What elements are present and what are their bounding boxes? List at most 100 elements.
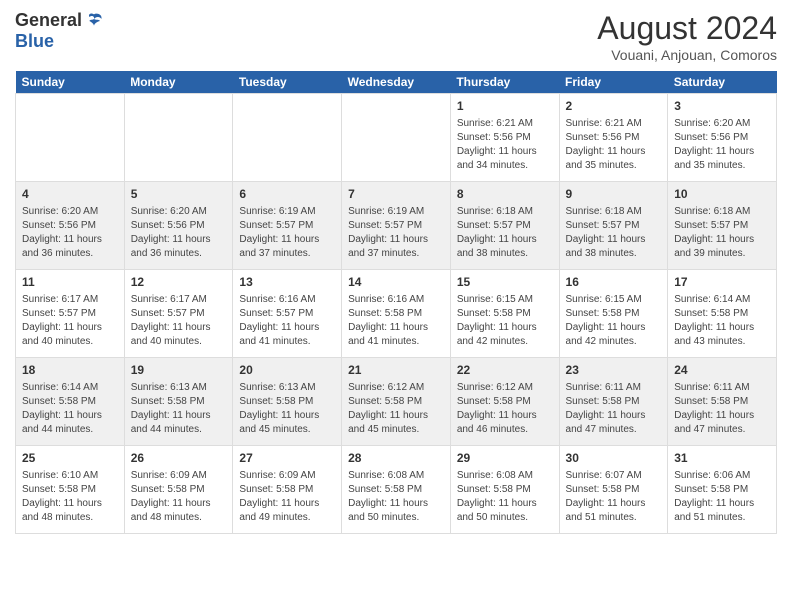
table-row: 17 Sunrise: 6:14 AM Sunset: 5:58 PM Dayli… [668, 270, 777, 358]
table-row: 12 Sunrise: 6:17 AM Sunset: 5:57 PM Dayli… [124, 270, 233, 358]
header-tuesday: Tuesday [233, 71, 342, 94]
day-number: 16 [566, 274, 662, 291]
table-row: 24 Sunrise: 6:11 AM Sunset: 5:58 PM Dayli… [668, 358, 777, 446]
header: General Blue August 2024 Vouani, Anjouan… [15, 10, 777, 63]
day-number: 14 [348, 274, 444, 291]
table-row: 15 Sunrise: 6:15 AM Sunset: 5:58 PM Dayli… [450, 270, 559, 358]
header-wednesday: Wednesday [342, 71, 451, 94]
day-number: 9 [566, 186, 662, 203]
day-number: 29 [457, 450, 553, 467]
table-row: 28Sunrise: 6:08 AM Sunset: 5:58 PM Dayli… [342, 446, 451, 534]
day-number: 18 [22, 362, 118, 379]
table-row [16, 94, 125, 182]
table-row: 29 Sunrise: 6:08 AM Sunset: 5:58 PM Dayli… [450, 446, 559, 534]
table-row: 2 Sunrise: 6:21 AM Sunset: 5:56 PM Daylig… [559, 94, 668, 182]
day-number: 4 [22, 186, 118, 203]
table-row: 19Sunrise: 6:13 AM Sunset: 5:58 PM Dayli… [124, 358, 233, 446]
day-info: Sunrise: 6:17 AM Sunset: 5:57 PM Dayligh… [22, 293, 118, 349]
table-row: 6 Sunrise: 6:19 AM Sunset: 5:57 PM Daylig… [233, 182, 342, 270]
day-info: Sunrise: 6:11 AM Sunset: 5:58 PM Dayligh… [674, 381, 770, 437]
day-info: Sunrise: 6:12 AM Sunset: 5:58 PM Dayligh… [348, 381, 444, 437]
table-row: 16 Sunrise: 6:15 AM Sunset: 5:58 PM Dayli… [559, 270, 668, 358]
title-section: August 2024 Vouani, Anjouan, Comoros [597, 10, 777, 63]
day-info: Sunrise: 6:13 AM Sunset: 5:58 PM Dayligh… [131, 381, 227, 437]
logo-bird-icon [84, 11, 104, 31]
day-info: Sunrise: 6:06 AM Sunset: 5:58 PM Dayligh… [674, 469, 770, 525]
logo-blue-text: Blue [15, 31, 54, 52]
day-number: 3 [674, 98, 770, 115]
day-info: Sunrise: 6:19 AM Sunset: 5:57 PM Dayligh… [348, 205, 444, 261]
day-info: Sunrise: 6:11 AM Sunset: 5:58 PM Dayligh… [566, 381, 662, 437]
day-number: 20 [239, 362, 335, 379]
day-number: 13 [239, 274, 335, 291]
day-number: 28 [348, 450, 444, 467]
day-info: Sunrise: 6:10 AM Sunset: 5:58 PM Dayligh… [22, 469, 118, 525]
table-row: 7 Sunrise: 6:19 AM Sunset: 5:57 PM Daylig… [342, 182, 451, 270]
day-info: Sunrise: 6:21 AM Sunset: 5:56 PM Dayligh… [457, 117, 553, 173]
day-number: 23 [566, 362, 662, 379]
table-row: 3 Sunrise: 6:20 AM Sunset: 5:56 PM Daylig… [668, 94, 777, 182]
calendar-week-5: 25 Sunrise: 6:10 AM Sunset: 5:58 PM Dayli… [16, 446, 777, 534]
page: General Blue August 2024 Vouani, Anjouan… [0, 0, 792, 612]
day-number: 15 [457, 274, 553, 291]
day-info: Sunrise: 6:17 AM Sunset: 5:57 PM Dayligh… [131, 293, 227, 349]
table-row: 18 Sunrise: 6:14 AM Sunset: 5:58 PM Dayli… [16, 358, 125, 446]
header-monday: Monday [124, 71, 233, 94]
day-number: 12 [131, 274, 227, 291]
day-info: Sunrise: 6:20 AM Sunset: 5:56 PM Dayligh… [22, 205, 118, 261]
header-friday: Friday [559, 71, 668, 94]
day-number: 2 [566, 98, 662, 115]
calendar-table: Sunday Monday Tuesday Wednesday Thursday… [15, 71, 777, 534]
day-number: 10 [674, 186, 770, 203]
table-row: 22 Sunrise: 6:12 AM Sunset: 5:58 PM Dayli… [450, 358, 559, 446]
day-info: Sunrise: 6:09 AM Sunset: 5:58 PM Dayligh… [239, 469, 335, 525]
table-row: 11Sunrise: 6:17 AM Sunset: 5:57 PM Dayli… [16, 270, 125, 358]
day-number: 25 [22, 450, 118, 467]
day-number: 21 [348, 362, 444, 379]
table-row: 31Sunrise: 6:06 AM Sunset: 5:58 PM Dayli… [668, 446, 777, 534]
day-info: Sunrise: 6:19 AM Sunset: 5:57 PM Dayligh… [239, 205, 335, 261]
table-row: 23 Sunrise: 6:11 AM Sunset: 5:58 PM Dayli… [559, 358, 668, 446]
day-info: Sunrise: 6:12 AM Sunset: 5:58 PM Dayligh… [457, 381, 553, 437]
day-info: Sunrise: 6:15 AM Sunset: 5:58 PM Dayligh… [457, 293, 553, 349]
day-number: 30 [566, 450, 662, 467]
day-info: Sunrise: 6:14 AM Sunset: 5:58 PM Dayligh… [674, 293, 770, 349]
table-row: 25 Sunrise: 6:10 AM Sunset: 5:58 PM Dayli… [16, 446, 125, 534]
logo: General Blue [15, 10, 104, 52]
table-row: 10 Sunrise: 6:18 AM Sunset: 5:57 PM Dayli… [668, 182, 777, 270]
day-info: Sunrise: 6:15 AM Sunset: 5:58 PM Dayligh… [566, 293, 662, 349]
day-info: Sunrise: 6:16 AM Sunset: 5:57 PM Dayligh… [239, 293, 335, 349]
day-number: 22 [457, 362, 553, 379]
month-title: August 2024 [597, 10, 777, 47]
day-info: Sunrise: 6:21 AM Sunset: 5:56 PM Dayligh… [566, 117, 662, 173]
table-row [342, 94, 451, 182]
day-number: 17 [674, 274, 770, 291]
table-row: 13 Sunrise: 6:16 AM Sunset: 5:57 PM Dayli… [233, 270, 342, 358]
day-number: 6 [239, 186, 335, 203]
table-row: 8Sunrise: 6:18 AM Sunset: 5:57 PM Daylig… [450, 182, 559, 270]
day-info: Sunrise: 6:20 AM Sunset: 5:56 PM Dayligh… [131, 205, 227, 261]
calendar-week-3: 11Sunrise: 6:17 AM Sunset: 5:57 PM Dayli… [16, 270, 777, 358]
calendar-week-1: 1Sunrise: 6:21 AM Sunset: 5:56 PM Daylig… [16, 94, 777, 182]
calendar-week-2: 4 Sunrise: 6:20 AM Sunset: 5:56 PM Daylig… [16, 182, 777, 270]
day-number: 26 [131, 450, 227, 467]
day-number: 8 [457, 186, 553, 203]
day-info: Sunrise: 6:20 AM Sunset: 5:56 PM Dayligh… [674, 117, 770, 173]
day-info: Sunrise: 6:07 AM Sunset: 5:58 PM Dayligh… [566, 469, 662, 525]
day-number: 24 [674, 362, 770, 379]
table-row: 4 Sunrise: 6:20 AM Sunset: 5:56 PM Daylig… [16, 182, 125, 270]
calendar-week-4: 18 Sunrise: 6:14 AM Sunset: 5:58 PM Dayli… [16, 358, 777, 446]
day-info: Sunrise: 6:08 AM Sunset: 5:58 PM Dayligh… [457, 469, 553, 525]
day-info: Sunrise: 6:16 AM Sunset: 5:58 PM Dayligh… [348, 293, 444, 349]
day-info: Sunrise: 6:14 AM Sunset: 5:58 PM Dayligh… [22, 381, 118, 437]
table-row: 21 Sunrise: 6:12 AM Sunset: 5:58 PM Dayli… [342, 358, 451, 446]
day-number: 7 [348, 186, 444, 203]
header-saturday: Saturday [668, 71, 777, 94]
table-row [124, 94, 233, 182]
header-sunday: Sunday [16, 71, 125, 94]
table-row [233, 94, 342, 182]
calendar-header-row: Sunday Monday Tuesday Wednesday Thursday… [16, 71, 777, 94]
day-info: Sunrise: 6:18 AM Sunset: 5:57 PM Dayligh… [674, 205, 770, 261]
day-info: Sunrise: 6:13 AM Sunset: 5:58 PM Dayligh… [239, 381, 335, 437]
day-info: Sunrise: 6:09 AM Sunset: 5:58 PM Dayligh… [131, 469, 227, 525]
